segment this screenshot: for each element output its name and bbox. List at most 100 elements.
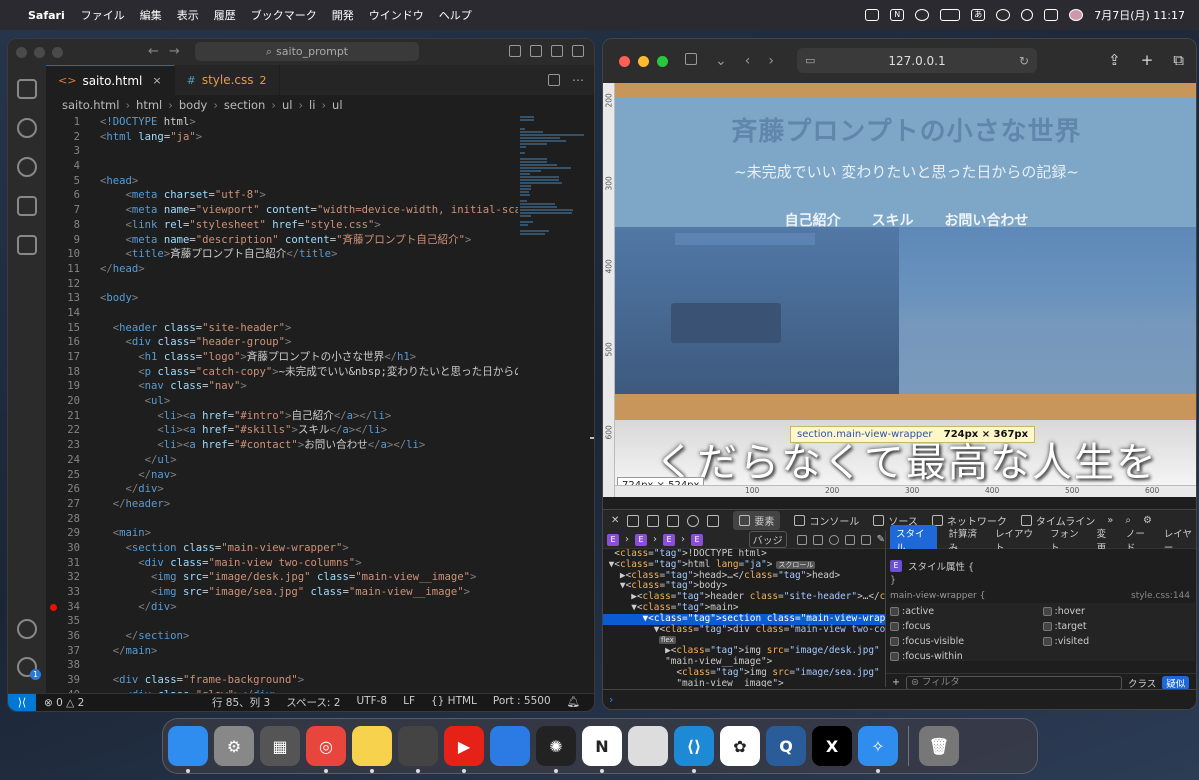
chevron-down-icon[interactable]: ⌄	[715, 53, 727, 69]
address-bar[interactable]: ▭ 127.0.0.1 ↻	[797, 48, 1037, 73]
zoom-button[interactable]	[52, 46, 63, 58]
menu-0[interactable]: ファイル	[81, 7, 125, 23]
screen-mirroring-icon[interactable]	[996, 9, 1011, 21]
new-tab-icon[interactable]: +	[1141, 51, 1154, 69]
dom-badge[interactable]: スクロール	[776, 560, 816, 569]
source-control-icon[interactable]	[17, 157, 37, 177]
badge-toggle[interactable]: バッジ	[748, 531, 787, 548]
sidebar-icon[interactable]	[685, 53, 697, 65]
code-line[interactable]: 6 <meta charset="utf-8">	[46, 188, 518, 203]
search-icon[interactable]	[1021, 9, 1034, 21]
menu-7[interactable]: ヘルプ	[439, 7, 472, 23]
code-line[interactable]: 39 <div class="frame-background">	[46, 673, 518, 688]
code-line[interactable]: 38	[46, 658, 518, 673]
web-viewport[interactable]: 斉藤プロンプトの小さな世界 ~未完成でいい 変わりたいと思った日からの記録~ 自…	[603, 83, 1196, 497]
code-line[interactable]: 26 </div>	[46, 482, 518, 497]
toolbox-icon[interactable]	[490, 726, 530, 766]
language-status[interactable]: {} HTML	[431, 695, 477, 710]
minimize-button[interactable]	[638, 55, 649, 67]
cursor-position[interactable]: 行 85、列 3	[212, 695, 270, 710]
code-line[interactable]: 30 <section class="main-view-wrapper">	[46, 541, 518, 556]
checkbox[interactable]	[890, 607, 899, 616]
siri-icon[interactable]	[1069, 9, 1084, 21]
checkbox[interactable]	[890, 622, 899, 631]
search-icon[interactable]: ⌕	[1125, 515, 1131, 526]
indent-status[interactable]: スペース: 2	[286, 695, 340, 710]
photos-icon[interactable]: ✿	[720, 726, 760, 766]
screen-icon[interactable]	[865, 9, 880, 21]
run-debug-icon[interactable]	[17, 196, 37, 216]
sidebar-toggle-icon[interactable]	[530, 45, 542, 57]
system-settings-icon[interactable]: ⚙	[214, 726, 254, 766]
breadcrumb-item[interactable]: ul	[332, 98, 342, 112]
code-line[interactable]: 17 <h1 class="logo">斉藤プロンプトの小さな世界</h1>	[46, 350, 518, 365]
close-tab-icon[interactable]: ×	[152, 74, 161, 87]
close-inspector-icon[interactable]: ✕	[611, 515, 619, 526]
dom-badge[interactable]: flex	[659, 636, 676, 645]
code-line[interactable]: 18 <p class="catch-copy">~未完成でいい&nbsp;変わ…	[46, 365, 518, 380]
problems-status[interactable]: ⊗ 0 △ 2	[44, 697, 84, 709]
pseudo-toggle[interactable]: :active	[890, 606, 1043, 617]
encoding-status[interactable]: UTF-8	[356, 695, 387, 710]
checkbox[interactable]	[1042, 622, 1052, 631]
menu-6[interactable]: ウインドウ	[369, 7, 424, 23]
x-icon[interactable]: X	[812, 726, 852, 766]
pseudo-toggle[interactable]: :target	[1042, 621, 1196, 632]
dock-side-icon[interactable]	[647, 514, 660, 527]
checkbox[interactable]	[1042, 637, 1052, 646]
breadcrumb-item[interactable]: body	[179, 98, 207, 112]
minimize-button[interactable]	[34, 46, 45, 58]
code-line[interactable]: 4	[46, 159, 518, 174]
safari-icon[interactable]: ✧	[858, 726, 898, 773]
flower-icon[interactable]	[915, 9, 930, 21]
code-line[interactable]: 11 </head>	[46, 262, 518, 277]
notes-icon[interactable]	[352, 726, 392, 773]
tab-overview-icon[interactable]: ⧉	[1173, 51, 1184, 69]
code-line[interactable]: 23 <li><a href="#contact">お問い合わせ</a></li…	[46, 438, 518, 453]
pseudo-toggle[interactable]: :focus-visible	[890, 636, 1043, 647]
menu-1[interactable]: 編集	[140, 7, 162, 23]
clock[interactable]: 7月7日(月) 11:17	[1094, 7, 1185, 23]
code-line[interactable]: 32 <img src="image/desk.jpg" class="main…	[46, 570, 518, 585]
vscode-icon[interactable]: ⟨⟩	[674, 726, 714, 773]
code-line[interactable]: 5 <head>	[46, 174, 518, 189]
trash-icon[interactable]: 🗑	[919, 726, 959, 766]
eol-status[interactable]: LF	[403, 695, 415, 710]
dom-tree[interactable]: <class="tag">!DOCTYPE html> ▼<class="tag…	[603, 549, 885, 687]
live-server-port[interactable]: Port : 5500	[493, 695, 551, 710]
tab-style-css[interactable]: # style.css 2	[175, 65, 280, 95]
zoom-button[interactable]	[657, 55, 668, 67]
search-view-icon[interactable]	[17, 118, 37, 138]
dom-node[interactable]: ▼<class="tag">div class="main-view two-c…	[603, 624, 885, 636]
secondary-sidebar-icon[interactable]	[572, 45, 584, 57]
menu-2[interactable]: 表示	[177, 7, 199, 23]
nav-arrows-icon[interactable]: ←→	[148, 44, 190, 59]
code-line[interactable]: 20 <ul>	[46, 394, 518, 409]
gear-icon[interactable]: ⚙	[1143, 515, 1152, 526]
gear-icon[interactable]: 1	[17, 657, 41, 680]
code-line[interactable]: 8 <link rel="stylesheet" href="style.css…	[46, 218, 518, 233]
back-icon[interactable]: ‹	[745, 53, 751, 69]
notion-icon[interactable]: N	[582, 726, 622, 773]
panel-toggle-icon[interactable]	[551, 45, 563, 57]
dock-bottom-icon[interactable]	[627, 514, 640, 527]
code-line[interactable]: 25 </nav>	[46, 468, 518, 483]
code-line[interactable]: 21 <li><a href="#intro">自己紹介</a></li>	[46, 409, 518, 424]
code-line[interactable]: 31 <div class="main-view two-columns">	[46, 556, 518, 571]
menu-5[interactable]: 開発	[332, 7, 354, 23]
explorer-icon[interactable]	[17, 79, 37, 99]
iphone-mirroring-icon[interactable]	[398, 726, 438, 773]
share-icon[interactable]: ⇪	[1108, 51, 1121, 69]
pseudo-toggle[interactable]: :focus-within	[890, 651, 1043, 662]
tab-elements[interactable]: 要素	[733, 511, 781, 530]
checkbox[interactable]	[1042, 607, 1052, 616]
code-line[interactable]: 9 <meta name="description" content="斉藤プロ…	[46, 233, 518, 248]
minimap[interactable]	[520, 115, 592, 295]
command-center-search[interactable]: ⌕ saito_prompt	[195, 42, 419, 61]
pseudo-toggle[interactable]: :hover	[1042, 606, 1196, 617]
element-badge-icon[interactable]: E	[691, 533, 703, 546]
menu-3[interactable]: 履歴	[214, 7, 236, 23]
launchpad-icon[interactable]: ▦	[260, 726, 300, 766]
rule-source[interactable]: style.css:144	[1131, 591, 1190, 601]
extensions-icon[interactable]	[17, 235, 37, 255]
